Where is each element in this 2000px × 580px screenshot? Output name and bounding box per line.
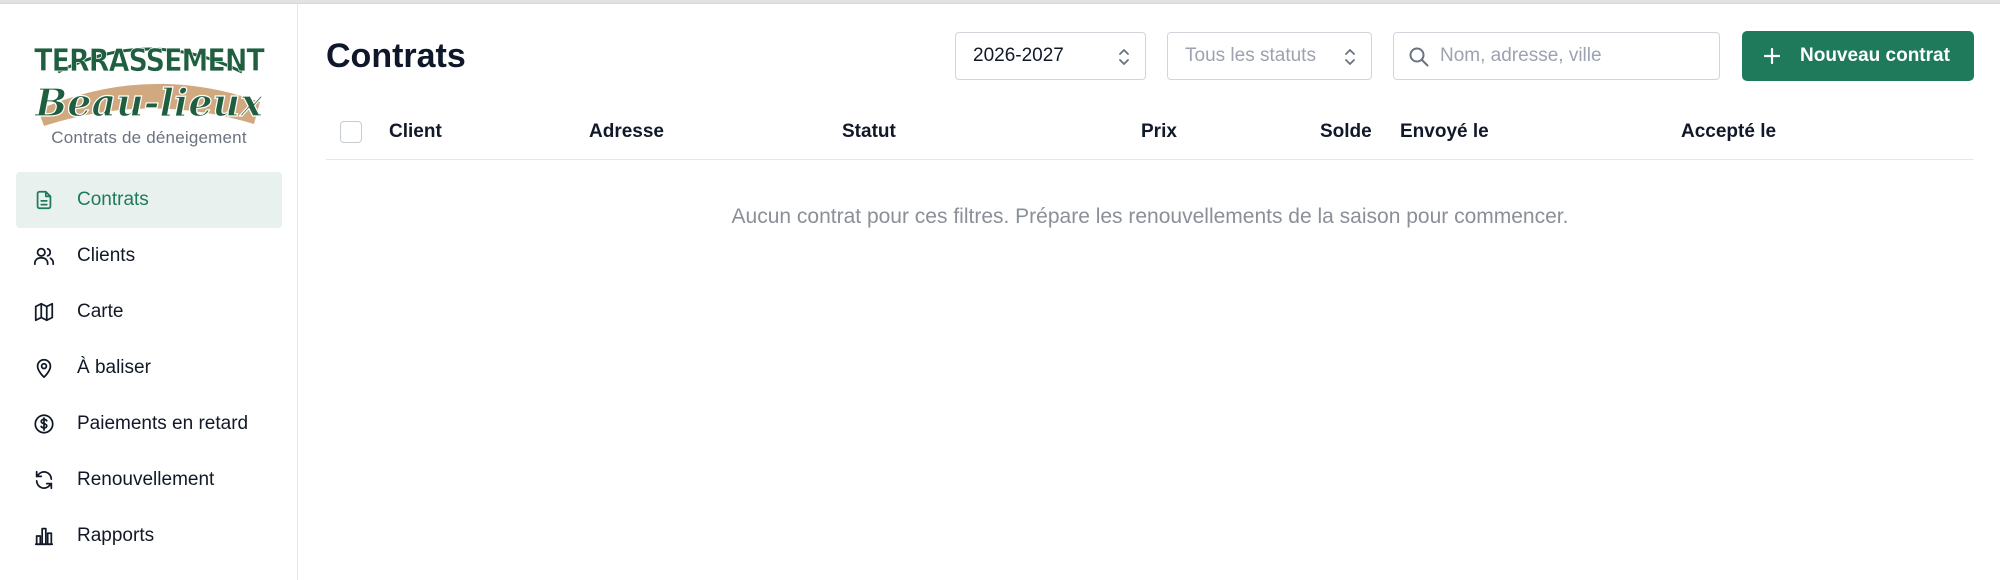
sidebar-item-label: Renouvellement — [77, 469, 215, 490]
column-header-client[interactable]: Client — [389, 121, 442, 143]
svg-text:TERRASSEMENT: TERRASSEMENT — [34, 42, 265, 78]
column-header-envoye-le[interactable]: Envoyé le — [1400, 121, 1489, 143]
svg-text:Beau-lieux: Beau-lieux — [34, 80, 264, 125]
sidebar-item-contrats[interactable]: Contrats — [16, 172, 282, 228]
sidebar-item-label: Contrats — [77, 189, 149, 210]
dollar-circle-icon — [33, 413, 55, 435]
empty-state-message: Aucun contrat pour ces filtres. Prépare … — [731, 205, 1569, 228]
season-select[interactable]: 2026-2027 — [955, 32, 1146, 80]
sidebar-item-label: Carte — [77, 301, 124, 322]
select-all-checkbox[interactable] — [340, 121, 362, 143]
sidebar-item-rapports[interactable]: Rapports — [16, 508, 282, 564]
status-select[interactable]: Tous les statuts — [1167, 32, 1372, 80]
page-title: Contrats — [326, 37, 466, 75]
users-icon — [33, 245, 55, 267]
new-contract-button[interactable]: Nouveau contrat — [1742, 31, 1974, 81]
sidebar-item-a-baliser[interactable]: À baliser — [16, 340, 282, 396]
window-top-border — [0, 0, 2000, 4]
sidebar: TERRASSEMENT Beau-lieux Contrats de déne… — [0, 4, 298, 580]
bar-chart-icon — [33, 525, 55, 547]
brand-logo: TERRASSEMENT Beau-lieux — [30, 32, 268, 128]
sidebar-nav: Contrats Clients Carte À baliser Paiemen… — [16, 172, 282, 564]
search-input[interactable] — [1440, 33, 1710, 79]
search-box — [1393, 32, 1720, 80]
table-header: Client Adresse Statut Prix Solde Envoyé … — [326, 108, 1974, 160]
sidebar-item-paiements-en-retard[interactable]: Paiements en retard — [16, 396, 282, 452]
chevron-updown-icon — [1343, 46, 1357, 68]
chevron-updown-icon — [1117, 46, 1131, 68]
column-header-solde[interactable]: Solde — [1320, 121, 1372, 143]
sidebar-item-renouvellement[interactable]: Renouvellement — [16, 452, 282, 508]
column-header-statut[interactable]: Statut — [842, 121, 896, 143]
brand-subtitle: Contrats de déneigement — [51, 128, 247, 147]
sidebar-item-label: Clients — [77, 245, 136, 266]
column-header-prix[interactable]: Prix — [1141, 121, 1177, 143]
plus-icon — [1762, 46, 1782, 66]
map-icon — [33, 301, 55, 323]
sidebar-item-label: À baliser — [77, 357, 151, 378]
season-select-value: 2026-2027 — [973, 45, 1064, 66]
refresh-icon — [33, 469, 55, 491]
map-pin-icon — [33, 357, 55, 379]
new-contract-label: Nouveau contrat — [1800, 45, 1950, 66]
sidebar-item-label: Rapports — [77, 525, 155, 546]
column-header-accepte-le[interactable]: Accepté le — [1681, 121, 1776, 143]
document-icon — [33, 189, 55, 211]
status-select-placeholder: Tous les statuts — [1185, 45, 1316, 66]
search-icon — [1408, 46, 1430, 68]
sidebar-item-label: Paiements en retard — [77, 413, 249, 434]
column-header-adresse[interactable]: Adresse — [589, 121, 664, 143]
sidebar-item-clients[interactable]: Clients — [16, 228, 282, 284]
sidebar-item-carte[interactable]: Carte — [16, 284, 282, 340]
